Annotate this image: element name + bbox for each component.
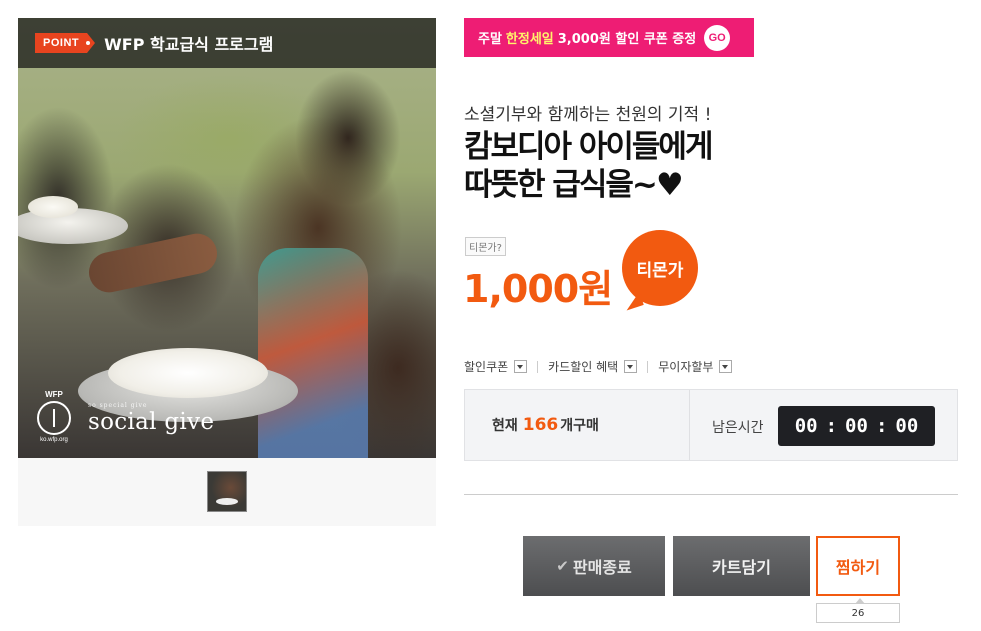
- promo-text-highlight: 한정세일: [505, 32, 554, 47]
- divider: [537, 360, 539, 373]
- option-card-discount[interactable]: 카드할인 혜택: [548, 358, 638, 375]
- child-shirt-shape: [258, 248, 368, 458]
- wfp-url: ko.wfp.org: [40, 437, 68, 443]
- purchase-count-area: 현재 166 개구매: [465, 390, 689, 460]
- timer-separator: :: [825, 415, 838, 437]
- image-caption-bar: POINT WFP 학교급식 프로그램: [18, 18, 436, 68]
- chevron-down-icon[interactable]: [719, 360, 733, 373]
- timer-seconds: 00: [895, 415, 919, 437]
- program-title: WFP 학교급식 프로그램: [104, 35, 274, 54]
- deal-subtitle: 소셜기부와 함께하는 천원의 기적 !: [464, 105, 712, 125]
- sold-out-button[interactable]: ✔ 판매종료: [523, 536, 665, 596]
- go-icon[interactable]: GO: [704, 24, 731, 51]
- deal-status-box: 현재 166 개구매 남은시간 00 : 00 : 00: [464, 389, 958, 461]
- option-card-discount-label: 카드할인 혜택: [548, 360, 619, 374]
- deal-title: 캄보디아 아이들에게 따뜻한 급식을~♥: [464, 128, 713, 204]
- product-image: POINT WFP 학교급식 프로그램 WFP ko.wfp.org so sp…: [18, 18, 436, 458]
- timer-minutes: 00: [845, 415, 868, 437]
- chevron-down-icon[interactable]: [624, 360, 638, 373]
- timer-separator: :: [875, 415, 888, 437]
- wishlist-label: 찜하기: [835, 558, 881, 577]
- purchase-count: 166: [522, 415, 559, 435]
- product-thumbnail[interactable]: [207, 471, 247, 512]
- promo-text-prefix: 주말: [478, 32, 502, 47]
- promo-text-suffix: 3,000원 할인 쿠폰 증정: [557, 32, 697, 47]
- option-installment-label: 무이자할부: [658, 360, 714, 374]
- social-give-tagline: so special give: [88, 402, 148, 409]
- purchase-prefix: 현재: [492, 418, 518, 434]
- wfp-emblem-icon: [37, 401, 71, 435]
- wishlist-button[interactable]: 찜하기: [816, 536, 900, 596]
- deal-price: 1,000원: [463, 267, 613, 311]
- option-links: 할인쿠폰 카드할인 혜택 무이자할부: [464, 358, 733, 375]
- timer-hours: 00: [794, 415, 818, 437]
- remaining-time-label: 남은시간: [712, 420, 764, 436]
- purchase-suffix: 개구매: [560, 418, 599, 434]
- chevron-down-icon[interactable]: [514, 360, 528, 373]
- price-info-label[interactable]: 티몬가?: [465, 237, 506, 256]
- thumbnail-strip: [18, 458, 436, 526]
- wfp-logo: WFP ko.wfp.org: [34, 390, 74, 443]
- add-to-cart-button[interactable]: 카트담기: [673, 536, 810, 596]
- option-coupon[interactable]: 할인쿠폰: [464, 358, 528, 375]
- wfp-logo-text: WFP: [45, 390, 63, 399]
- wishlist-count: 26: [816, 598, 900, 623]
- option-coupon-label: 할인쿠폰: [464, 360, 509, 374]
- rice-left-shape: [28, 196, 78, 218]
- add-to-cart-label: 카트담기: [712, 558, 771, 577]
- social-give-wordmark: social give: [88, 409, 215, 435]
- divider: [689, 390, 690, 460]
- deal-title-line2: 따뜻한 급식을~♥: [464, 167, 684, 203]
- check-icon: ✔: [556, 557, 569, 575]
- price-speech-bubble: 티몬가: [622, 230, 698, 306]
- rice-shape: [108, 348, 268, 398]
- divider: [647, 360, 649, 373]
- countdown-timer: 00 : 00 : 00: [778, 406, 935, 446]
- point-badge: POINT: [35, 33, 96, 53]
- sold-out-label: 판매종료: [572, 558, 632, 577]
- option-installment[interactable]: 무이자할부: [658, 358, 733, 375]
- divider: [464, 494, 958, 495]
- social-give-logo: so special give social give: [88, 402, 214, 435]
- deal-title-line1: 캄보디아 아이들에게: [464, 129, 713, 165]
- promo-banner[interactable]: 주말 한정세일 3,000원 할인 쿠폰 증정 GO: [464, 18, 754, 57]
